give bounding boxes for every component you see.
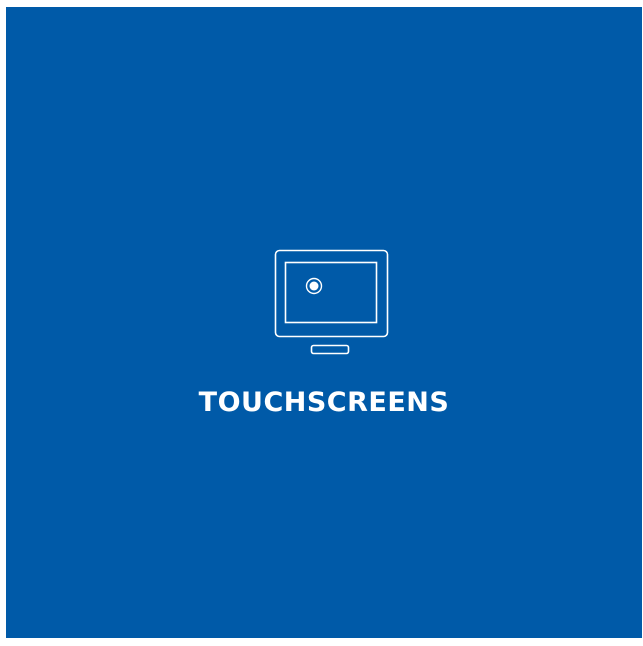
touchscreen-monitor-icon <box>274 249 390 359</box>
tile-title: TOUCHSCREENS <box>198 387 450 418</box>
touchscreens-tile[interactable]: TOUCHSCREENS <box>6 7 642 638</box>
